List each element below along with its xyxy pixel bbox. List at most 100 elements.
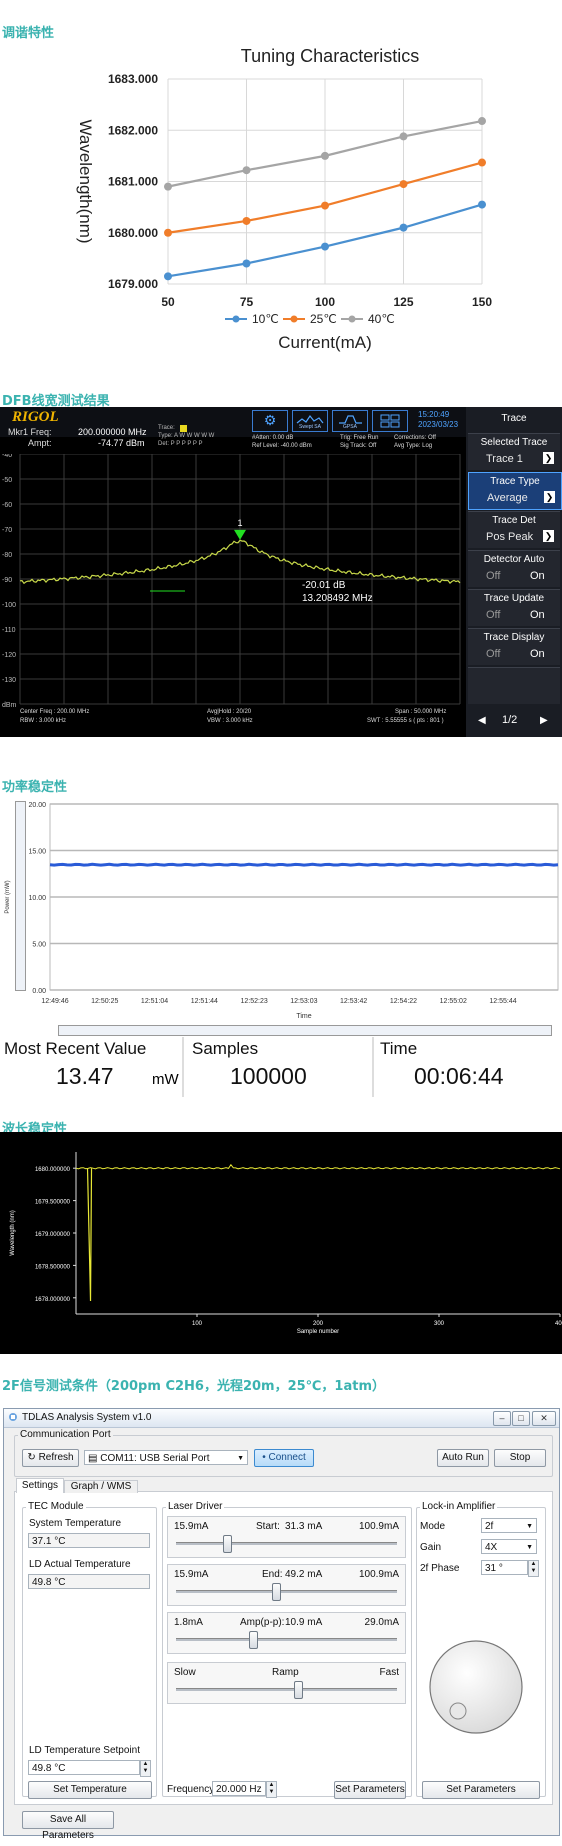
x-tick-label: 12:55:02 [440,998,467,1005]
ramp-slider-thumb[interactable] [293,1681,303,1699]
y-tick-label: 1681.000 [108,175,158,189]
detector-auto-title: Detector Auto [483,554,545,565]
chevron-down-icon: ▼ [526,1544,533,1551]
set-parameters-laser-button[interactable]: Set Parameters [334,1781,406,1799]
connect-button[interactable]: • Connect [254,1449,314,1467]
delta-freq: 13.208492 MHz [302,593,373,604]
sig-track: Sig Track: Off [340,443,377,449]
x-tick-label: 100 [192,1321,203,1327]
y-axis-title: Wavelength(nm) [76,119,95,243]
ref-level: Ref Level: -40.00 dBm [252,443,312,449]
gpsa-icon[interactable]: GPSA [332,410,368,432]
start-slider-thumb[interactable] [223,1535,233,1553]
port-select[interactable]: ▤ COM11: USB Serial Port ▼ [84,1450,248,1465]
detector-auto-toggle[interactable]: Detector Auto Off On [468,550,560,587]
set-parameters-lockin-button[interactable]: Set Parameters [422,1781,540,1799]
samples-box: Samples 100000 [188,1037,374,1097]
rigol-logo: RIGOL [12,409,59,425]
close-button[interactable]: ✕ [532,1411,556,1426]
save-all-parameters-button[interactable]: Save All Parameters [22,1811,114,1841]
swept-sa-label: Swept SA [299,424,321,430]
y-tick-label: -100 [2,602,16,609]
phase-spinner[interactable]: ▲ ▼ [528,1560,539,1577]
x-tick-label: 50 [161,295,175,309]
stop-button[interactable]: Stop [494,1449,546,1467]
end-slider-thumb[interactable] [272,1583,282,1601]
wavelength-dip [86,1168,93,1302]
frequency-label: Frequency [167,1784,215,1795]
chevron-right-icon: ❯ [544,491,555,503]
x-tick-label: 12:51:44 [191,998,218,1005]
power-plot: 0.00 5.00 10.00 15.00 20.00 12:49:46 12:50:25 1… [5,802,559,1020]
swept-sa-icon[interactable]: Swept SA [292,410,328,432]
connect-icon: • [262,1452,266,1463]
time-label: Time [380,1039,418,1058]
mode-select[interactable]: 2f ▼ [481,1518,537,1533]
start-slider-track[interactable] [176,1542,397,1545]
y-tick-label: -90 [2,577,12,584]
off-option: Off [486,609,501,621]
frequency-input[interactable]: 20.000 Hz [212,1781,266,1796]
trace-display-toggle[interactable]: Trace Display Off On [468,628,560,665]
amp-slider-track[interactable] [176,1638,397,1641]
unit-label: mW [152,1071,179,1088]
settings-gear-icon[interactable]: ⚙ [252,410,288,432]
trace-type-button[interactable]: Trace Type Average ❯ [468,472,562,510]
data-point [478,117,486,126]
ramp-slider-track[interactable] [176,1688,397,1691]
port-value: COM11: USB Serial Port [100,1453,210,1464]
page-prev-icon[interactable]: ◀ [478,715,486,726]
layout-grid-icon[interactable] [372,410,408,432]
set-temperature-button[interactable]: Set Temperature [28,1781,152,1799]
selected-trace-button[interactable]: Selected Trace Trace 1 ❯ [468,433,560,470]
phase-label: 2f Phase [420,1563,460,1574]
tab-graph-wms[interactable]: Graph / WMS [64,1480,138,1493]
on-option: On [530,570,545,582]
ld-setpoint-input[interactable]: 49.8 °C [28,1760,140,1775]
x-tick-label: 300 [434,1321,445,1327]
trace-det-button[interactable]: Trace Det Pos Peak ❯ [468,511,560,548]
frequency-spinner[interactable]: ▲ ▼ [266,1781,277,1798]
y-tick-label: 1679.500000 [35,1200,71,1206]
auto-run-button[interactable]: Auto Run [437,1449,489,1467]
ld-setpoint-spinner[interactable]: ▲ ▼ [140,1760,151,1777]
swt: SWT : 5.55555 s ( pts : 801 ) [367,718,444,724]
trace-update-toggle[interactable]: Trace Update Off On [468,589,560,626]
end-min: 15.9mA [174,1569,209,1580]
page-next-icon[interactable]: ▶ [540,715,548,726]
system-temp-field: 37.1 °C [28,1533,150,1548]
clock-date: 2023/03/23 [418,420,459,429]
y-tick-label: -60 [2,502,12,509]
y-tick-label: 1679.000000 [35,1232,71,1238]
phase-knob[interactable] [428,1639,524,1735]
comm-port-group-label: Communication Port [18,1429,113,1440]
y-tick-label: 1680.000000 [35,1167,71,1173]
x-scrollbar[interactable] [58,1025,552,1036]
minimize-button[interactable]: ‒ [493,1411,511,1426]
y-tick-label: 1678.500000 [35,1264,71,1270]
chevron-down-icon: ▼ [526,1523,533,1530]
gain-select[interactable]: 4X ▼ [481,1539,537,1554]
trace-det-title: Trace Det [492,515,536,526]
vbw: VBW : 3.000 kHz [207,718,253,724]
off-option: Off [486,570,501,582]
end-max: 100.9mA [358,1569,399,1580]
trace-menu-panel: Trace Selected Trace Trace 1 ❯ Trace Typ… [466,407,562,737]
selected-trace-title: Selected Trace [480,437,548,448]
most-recent-value: 13.47 [56,1063,114,1089]
section-title-signal: 2F信号测试条件（200pm C2H6，光程20m，25℃，1atm） [2,1379,385,1394]
phase-input[interactable]: 31 ° [481,1560,528,1575]
det-row: Det: P P P P P P [158,441,203,447]
y-axis-title: Power (mW) [5,880,11,913]
end-slider-track[interactable] [176,1590,397,1593]
usb-icon: ▤ [88,1453,98,1464]
refresh-button[interactable]: ↻ Refresh [22,1449,79,1467]
tab-settings[interactable]: Settings [16,1478,64,1493]
amp-slider-thumb[interactable] [248,1631,258,1649]
data-point [478,158,486,167]
maximize-button[interactable]: □ [512,1411,530,1426]
span: Span : 50.000 MHz [395,709,447,715]
time-value: 00:06:44 [414,1063,504,1089]
avg-hold: Avg|Hold : 20/20 [207,709,252,715]
refresh-label: Refresh [38,1452,74,1463]
